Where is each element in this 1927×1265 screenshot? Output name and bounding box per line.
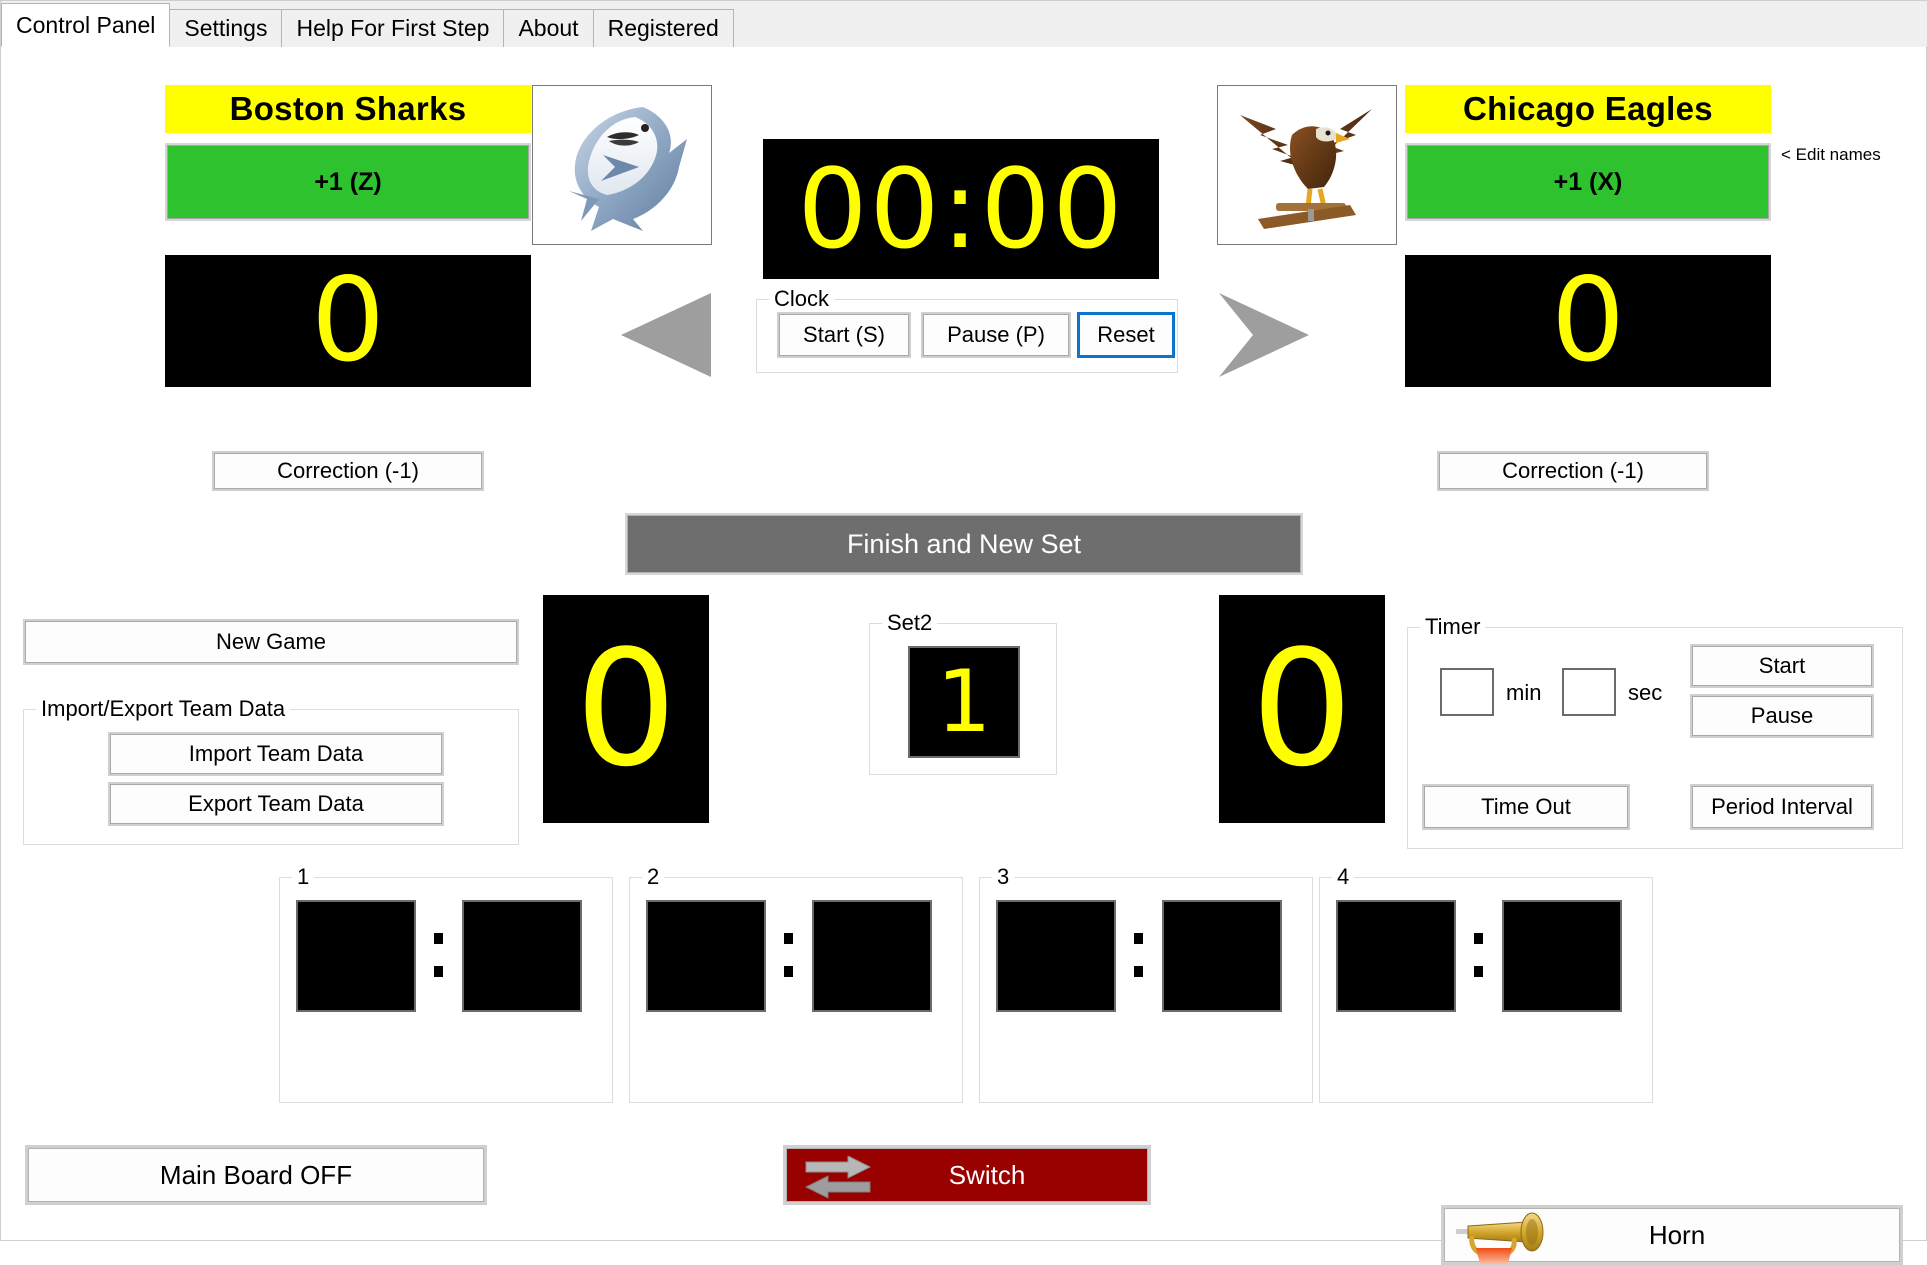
set-result-label-2: 2 <box>642 864 665 890</box>
set-1-away-score[interactable] <box>462 900 582 1012</box>
export-team-data-button[interactable]: Export Team Data <box>108 782 444 826</box>
main-board-toggle-button[interactable]: Main Board OFF <box>25 1145 487 1205</box>
tab-help-for-first-step[interactable]: Help For First Step <box>281 9 505 47</box>
set-3-away-score[interactable] <box>1162 900 1282 1012</box>
eagle-logo-icon <box>1240 109 1372 229</box>
timer-minutes-label: min <box>1506 680 1542 705</box>
arrow-right-icon <box>1219 293 1309 377</box>
timer-minutes-input[interactable] <box>1440 668 1494 716</box>
away-side-arrow <box>1213 289 1313 381</box>
away-add-point-button[interactable]: +1 (X) <box>1405 143 1771 221</box>
current-set-number: 1 <box>910 648 1018 756</box>
finish-and-new-set-button[interactable]: Finish and New Set <box>625 513 1303 575</box>
clock-group-label: Clock <box>769 286 835 312</box>
clock-pause-button[interactable]: Pause (P) <box>921 312 1071 358</box>
horn-icon <box>1456 1212 1544 1264</box>
home-add-point-button[interactable]: +1 (Z) <box>165 143 531 221</box>
away-score-display: 0 <box>1405 255 1771 387</box>
set-1-separator <box>428 924 448 986</box>
tab-control-panel[interactable]: Control Panel <box>1 3 171 47</box>
home-sets-won-display: 0 <box>543 595 709 823</box>
current-set-group-label: Set2 <box>882 610 938 636</box>
set-result-label-3: 3 <box>992 864 1015 890</box>
home-side-arrow <box>617 289 717 381</box>
away-team-logo-frame[interactable] <box>1217 85 1397 245</box>
import-team-data-button[interactable]: Import Team Data <box>108 732 444 776</box>
timer-seconds-input[interactable] <box>1562 668 1616 716</box>
home-team-name-plate[interactable]: Boston Sharks <box>165 85 531 133</box>
edit-names-link[interactable]: < Edit names <box>1781 145 1881 165</box>
away-sets-won-display: 0 <box>1219 595 1385 823</box>
set-1-home-score[interactable] <box>296 900 416 1012</box>
import-export-group-label: Import/Export Team Data <box>36 696 291 722</box>
set-2-separator <box>778 924 798 986</box>
set-3-home-score[interactable] <box>996 900 1116 1012</box>
tab-bar: Control Panel Settings Help For First St… <box>1 1 1927 48</box>
tab-settings[interactable]: Settings <box>169 9 283 47</box>
game-clock-display: 00:00 <box>763 139 1159 279</box>
period-interval-button[interactable]: Period Interval <box>1690 784 1874 830</box>
horn-label: Horn <box>1648 1219 1706 1250</box>
clock-reset-button[interactable]: Reset <box>1077 312 1175 358</box>
tab-about[interactable]: About <box>503 9 594 47</box>
scoreboard-control-panel-window: Control Panel Settings Help For First St… <box>0 0 1927 1265</box>
arrow-left-icon <box>621 293 711 377</box>
horn-button[interactable]: Horn <box>1441 1205 1903 1265</box>
set-4-home-score[interactable] <box>1336 900 1456 1012</box>
clock-group: Clock Start (S) Pause (P) Reset <box>756 286 1178 373</box>
set-result-label-4: 4 <box>1332 864 1355 890</box>
shark-logo-icon <box>569 107 687 231</box>
switch-label: Switch <box>948 1159 1026 1190</box>
set-2-away-score[interactable] <box>812 900 932 1012</box>
control-panel-canvas: Boston Sharks +1 (Z) 0 Correction (-1) 0… <box>1 47 1926 1265</box>
new-game-button[interactable]: New Game <box>23 619 519 665</box>
swap-arrows-icon <box>804 1156 872 1199</box>
set-result-group-2: 2 <box>629 864 963 1103</box>
home-team-logo-frame[interactable] <box>532 85 712 245</box>
clock-start-button[interactable]: Start (S) <box>777 312 911 358</box>
timer-pause-button[interactable]: Pause <box>1690 694 1874 738</box>
timer-group-label: Timer <box>1420 614 1486 640</box>
away-team-name-plate[interactable]: Chicago Eagles <box>1405 85 1771 133</box>
set-4-separator <box>1468 924 1488 986</box>
set-result-group-4: 4 <box>1319 864 1653 1103</box>
timer-start-button[interactable]: Start <box>1690 644 1874 688</box>
set-3-separator <box>1128 924 1148 986</box>
set-result-group-1: 1 <box>279 864 613 1103</box>
set-2-home-score[interactable] <box>646 900 766 1012</box>
current-set-group: Set2 1 <box>869 610 1057 775</box>
set-4-away-score[interactable] <box>1502 900 1622 1012</box>
home-score-display: 0 <box>165 255 531 387</box>
timer-seconds-label: sec <box>1628 680 1663 705</box>
switch-sides-button[interactable]: Switch <box>783 1145 1151 1205</box>
away-correction-button[interactable]: Correction (-1) <box>1437 451 1709 491</box>
set-result-label-1: 1 <box>292 864 315 890</box>
tab-registered[interactable]: Registered <box>592 9 734 47</box>
set-result-group-3: 3 <box>979 864 1313 1103</box>
timer-group: Timer min sec Start Pause Time Out Perio… <box>1407 614 1903 849</box>
time-out-button[interactable]: Time Out <box>1422 784 1630 830</box>
home-correction-button[interactable]: Correction (-1) <box>212 451 484 491</box>
import-export-team-data-group: Import/Export Team Data Import Team Data… <box>23 696 519 845</box>
